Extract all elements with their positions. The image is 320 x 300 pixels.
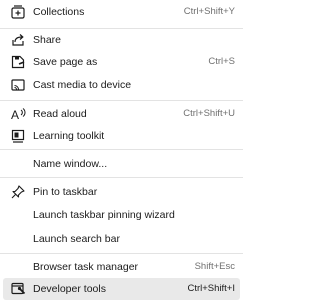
menu-item-label: Learning toolkit <box>33 130 105 142</box>
menu-item-label: Save page as <box>33 56 98 68</box>
menu-item-label: Name window... <box>33 158 108 170</box>
menu-item-label: Pin to taskbar <box>33 186 98 198</box>
menu-item-label: Launch search bar <box>33 233 120 245</box>
pin-icon <box>11 185 25 199</box>
separator <box>0 177 243 178</box>
menu-item-launch-pinning-wizard[interactable]: Launch taskbar pinning wizard <box>0 203 243 227</box>
menu-item-label: Read aloud <box>33 108 87 120</box>
menu-item-share[interactable]: Share <box>0 28 243 52</box>
menu-item-shortcut: Ctrl+Shift+U <box>183 108 235 119</box>
collections-icon <box>11 5 25 19</box>
save-page-icon <box>11 55 25 69</box>
menu-item-read-aloud[interactable]: A Read aloud Ctrl+Shift+U <box>0 102 243 126</box>
separator <box>0 100 243 101</box>
menu-item-learning-toolkit[interactable]: Learning toolkit <box>0 124 243 148</box>
menu-item-pin-to-taskbar[interactable]: Pin to taskbar <box>0 180 243 204</box>
menu-item-label: Launch taskbar pinning wizard <box>33 209 175 221</box>
context-menu: Collections Ctrl+Shift+Y Share Save page… <box>0 0 243 300</box>
svg-text:A: A <box>11 108 19 122</box>
menu-item-label: Developer tools <box>33 283 106 295</box>
menu-item-cast-media[interactable]: Cast media to device <box>0 73 243 97</box>
menu-item-collections[interactable]: Collections Ctrl+Shift+Y <box>0 0 243 24</box>
menu-item-label: Cast media to device <box>33 79 132 91</box>
menu-item-label: Share <box>33 34 62 46</box>
share-icon <box>12 34 24 46</box>
cast-icon <box>11 79 25 91</box>
read-aloud-icon: A <box>11 108 26 122</box>
menu-item-shortcut: Ctrl+Shift+I <box>187 283 235 294</box>
menu-item-developer-tools[interactable]: Developer tools Ctrl+Shift+I <box>3 278 240 300</box>
menu-item-label: Collections <box>33 6 85 18</box>
menu-item-shortcut: Shift+Esc <box>194 261 235 272</box>
menu-item-browser-task-manager[interactable]: Browser task manager Shift+Esc <box>0 255 243 279</box>
separator <box>0 253 243 254</box>
learning-toolkit-icon <box>11 129 25 143</box>
menu-item-label: Browser task manager <box>33 261 139 273</box>
menu-item-save-page-as[interactable]: Save page as Ctrl+S <box>0 50 243 74</box>
menu-item-launch-search-bar[interactable]: Launch search bar <box>0 227 243 251</box>
separator <box>0 149 243 150</box>
menu-item-name-window[interactable]: Name window... <box>0 152 243 176</box>
menu-item-shortcut: Ctrl+S <box>208 56 235 67</box>
developer-tools-icon <box>11 282 26 295</box>
menu-item-shortcut: Ctrl+Shift+Y <box>183 6 235 17</box>
